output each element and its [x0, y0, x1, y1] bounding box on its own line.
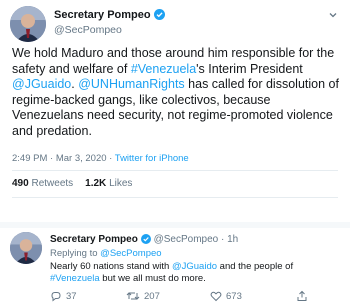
share-action[interactable]	[296, 290, 312, 302]
timestamp[interactable]: 2:49 PM · Mar 3, 2020 ·	[12, 153, 115, 164]
mention-link[interactable]: @SecPompeo	[100, 248, 161, 259]
retweet-icon	[126, 292, 140, 300]
reply-icon	[51, 292, 61, 302]
like-icon	[210, 291, 222, 302]
retweets-count: 207	[144, 290, 160, 302]
reply-body: Nearly 60 nations stand with @JGuaido an…	[50, 261, 294, 284]
retweet-action[interactable]: 207	[126, 290, 160, 302]
verified-badge-icon	[140, 234, 151, 247]
divider	[12, 197, 338, 198]
likes-stat[interactable]: 1.2K Likes	[85, 178, 132, 189]
avatar[interactable]	[10, 232, 42, 264]
reply-tweet[interactable]: Secretary Pompeo @SecPompeo · 1h Replyin…	[0, 228, 350, 303]
replying-to: Replying to @SecPompeo	[50, 248, 162, 259]
engagement-stats: 490 Retweets 1.2K Likes	[12, 178, 132, 189]
reply-action[interactable]: 37	[50, 290, 77, 302]
author-handle[interactable]: @SecPompeo	[54, 24, 122, 36]
share-icon	[297, 290, 307, 301]
tweet-body: We hold Maduro and those around him resp…	[12, 46, 339, 138]
hashtag-link[interactable]: #Venezuela	[50, 273, 100, 284]
avatar[interactable]	[10, 6, 46, 42]
tweet-meta: 2:49 PM · Mar 3, 2020 · Twitter for iPho…	[12, 153, 189, 164]
reply-actions: 37 207 673	[50, 290, 340, 302]
reply-meta[interactable]: @SecPompeo · 1h	[154, 234, 239, 245]
divider	[12, 170, 338, 171]
author-name[interactable]: Secretary Pompeo	[50, 234, 138, 245]
author-name[interactable]: Secretary Pompeo	[54, 9, 165, 23]
mention-link[interactable]: @UNHumanRights	[78, 77, 184, 91]
reply-header: Secretary Pompeo @SecPompeo · 1h	[50, 234, 238, 247]
retweets-stat[interactable]: 490 Retweets	[12, 178, 73, 189]
chevron-down-icon[interactable]	[328, 10, 338, 23]
source-link[interactable]: Twitter for iPhone	[115, 153, 189, 164]
hashtag-link[interactable]: #Venezuela	[131, 62, 196, 76]
replies-count: 37	[66, 290, 77, 302]
mention-link[interactable]: @JGuaido	[12, 77, 71, 91]
verified-badge-icon	[153, 9, 165, 23]
like-action[interactable]: 673	[210, 290, 242, 302]
likes-count: 673	[226, 290, 242, 302]
main-tweet: Secretary Pompeo @SecPompeo We hold Madu…	[0, 0, 350, 218]
mention-link[interactable]: @JGuaido	[172, 261, 217, 272]
